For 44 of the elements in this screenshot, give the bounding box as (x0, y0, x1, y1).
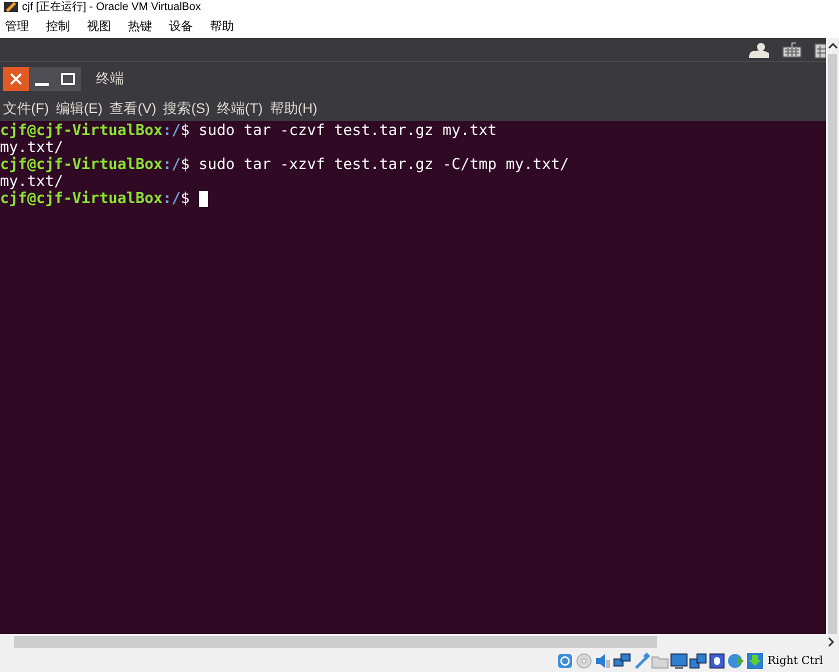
display-icon[interactable] (670, 652, 688, 670)
menu-item[interactable]: 控制 (46, 17, 70, 35)
prompt-symbol: $ (180, 188, 190, 210)
prompt-symbol: $ (180, 154, 190, 176)
close-icon (10, 72, 22, 84)
terminal-area[interactable]: cjf@cjf-VirtualBox:/$ sudo tar -czvf test.tar.gz my.txt my.txt/ cjf@cjf-VirtualBox:/$ sudo tar -xzvf test.tar.gz -C/tmp my.txt/ my.txt/ cjf@cjf-VirtualBox:/$ (0, 121, 826, 634)
prompt-user-host: cjf@cjf-VirtualBox (0, 155, 163, 175)
scroll-right-icon[interactable] (827, 637, 835, 647)
output-text: my.txt/ (0, 138, 64, 156)
window-title: cjf [正在运行] - Oracle VM VirtualBox (22, 2, 201, 12)
menu-item[interactable]: 终端(T) (216, 98, 263, 118)
output-text: my.txt/ (0, 172, 64, 190)
menu-item[interactable]: 设备 (169, 17, 193, 35)
prompt-user-host: cjf@cjf-VirtualBox (0, 120, 163, 141)
vertical-scrollbar[interactable] (826, 38, 839, 634)
menu-item[interactable]: 搜索(S) (163, 98, 210, 118)
prompt-path: :/ (162, 154, 181, 176)
menu-item[interactable]: 查看(V) (110, 98, 156, 118)
prompt-path: :/ (162, 188, 181, 210)
terminal-title: 终端 (96, 69, 124, 88)
menu-item[interactable]: 编辑(E) (56, 98, 103, 118)
app-icon (4, 2, 18, 12)
prompt-user-host: cjf@cjf-VirtualBox (0, 189, 163, 210)
host-key-label: Right Ctrl (768, 652, 823, 669)
prompt-symbol: $ (180, 120, 190, 142)
minimize-icon (35, 82, 49, 86)
close-button[interactable] (3, 66, 29, 90)
prompt-path: :/ (162, 120, 181, 142)
command-text: sudo tar -xzvf test.tar.gz -C/tmp my.txt/ (198, 154, 569, 176)
keyboard-icon[interactable] (782, 42, 802, 58)
menu-item[interactable]: 帮助 (210, 17, 234, 35)
horizontal-scroll-thumb[interactable] (14, 636, 657, 648)
menu-item[interactable]: 热键 (128, 17, 152, 35)
menu-item[interactable]: 管理 (5, 17, 29, 35)
calendar-icon[interactable] (814, 40, 826, 58)
download-icon[interactable] (746, 652, 764, 670)
maximize-icon (61, 72, 75, 84)
menu-item[interactable]: 视图 (87, 17, 111, 35)
windows-icon[interactable] (688, 652, 707, 670)
menu-item[interactable]: 文件(F) (3, 98, 49, 118)
speaker-icon[interactable] (594, 652, 612, 670)
command-text: sudo tar -czvf test.tar.gz my.txt (198, 120, 497, 142)
menu-item[interactable]: 帮助(H) (270, 98, 318, 118)
chip-icon[interactable] (708, 652, 726, 670)
